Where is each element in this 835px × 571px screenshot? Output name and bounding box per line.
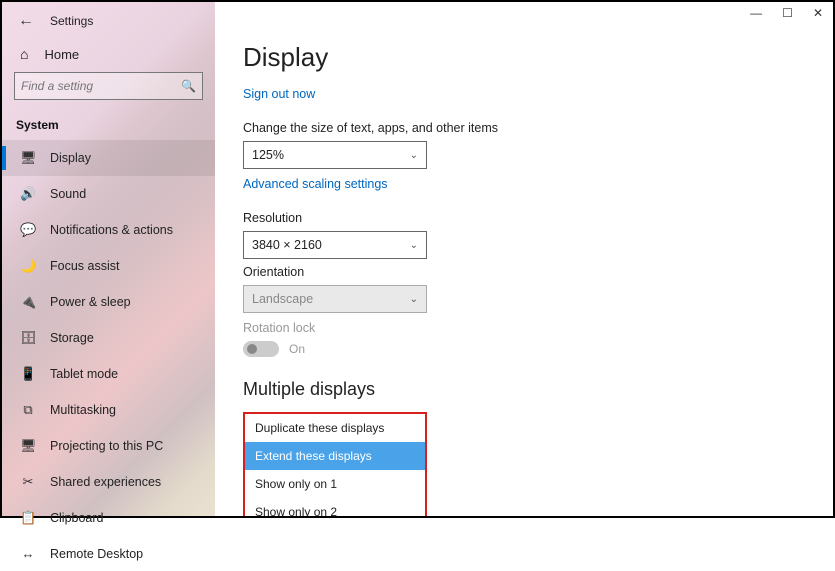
back-arrow-icon[interactable]: ← <box>18 12 34 30</box>
orientation-label: Orientation <box>243 265 805 279</box>
sidebar-icon: ↔ <box>20 546 36 561</box>
sidebar-icon: 🔌 <box>20 294 36 310</box>
rotation-lock-state: On <box>289 342 305 356</box>
home-icon: ⌂ <box>20 46 28 62</box>
sidebar-icon: 💬 <box>20 222 36 238</box>
advanced-scaling-link[interactable]: Advanced scaling settings <box>243 177 388 191</box>
sidebar-item-power-sleep[interactable]: 🔌 Power & sleep <box>2 284 215 320</box>
resolution-label: Resolution <box>243 211 805 225</box>
chevron-down-icon: ⌄ <box>410 240 418 251</box>
scale-label: Change the size of text, apps, and other… <box>243 121 805 135</box>
sidebar-item-notifications-actions[interactable]: 💬 Notifications & actions <box>2 212 215 248</box>
sidebar-item-remote-desktop[interactable]: ↔ Remote Desktop <box>2 536 215 571</box>
sidebar-item-label: Sound <box>50 187 86 201</box>
sidebar-item-sound[interactable]: 🔊 Sound <box>2 176 215 212</box>
rotation-lock-toggle <box>243 341 279 357</box>
home-label: Home <box>44 47 79 62</box>
chevron-down-icon: ⌄ <box>410 294 418 305</box>
sidebar: ← Settings ⌂ Home 🔍 System 🖥 Display 🔊 Soun… <box>2 2 215 516</box>
resolution-select[interactable]: 3840 × 2160 ⌄ <box>243 231 427 259</box>
sidebar-item-label: Display <box>50 151 91 165</box>
sidebar-item-label: Shared experiences <box>50 475 161 489</box>
scale-value: 125% <box>252 148 284 162</box>
sidebar-item-label: Storage <box>50 331 94 345</box>
sidebar-item-label: Remote Desktop <box>50 547 143 561</box>
sidebar-item-label: Notifications & actions <box>50 223 173 237</box>
sidebar-icon: 🖥 <box>20 150 36 166</box>
sidebar-item-focus-assist[interactable]: 🌙 Focus assist <box>2 248 215 284</box>
sidebar-home[interactable]: ⌂ Home <box>2 34 215 72</box>
sidebar-icon: 📱 <box>20 366 36 382</box>
sidebar-icon: 🗄 <box>20 330 36 346</box>
window-title: Settings <box>50 14 93 28</box>
resolution-value: 3840 × 2160 <box>252 238 322 252</box>
sidebar-icon: ⧉ <box>20 402 36 418</box>
search-input[interactable]: 🔍 <box>14 72 203 100</box>
dropdown-option[interactable]: Duplicate these displays <box>245 414 425 442</box>
sidebar-item-storage[interactable]: 🗄 Storage <box>2 320 215 356</box>
page-heading: Display <box>243 42 805 73</box>
sidebar-item-projecting-to-this-pc[interactable]: 🖥 Projecting to this PC <box>2 428 215 464</box>
dropdown-option[interactable]: Extend these displays <box>245 442 425 470</box>
sidebar-item-clipboard[interactable]: 📋 Clipboard <box>2 500 215 536</box>
sidebar-icon: 🌙 <box>20 258 36 274</box>
content-area: Display Sign out now Change the size of … <box>215 2 833 516</box>
search-field[interactable] <box>21 79 181 93</box>
multiple-displays-heading: Multiple displays <box>243 379 805 400</box>
dropdown-option[interactable]: Show only on 1 <box>245 470 425 498</box>
search-icon: 🔍 <box>181 79 196 93</box>
orientation-value: Landscape <box>252 292 313 306</box>
sidebar-item-shared-experiences[interactable]: ✂ Shared experiences <box>2 464 215 500</box>
sidebar-icon: 📋 <box>20 510 36 526</box>
sidebar-icon: 🔊 <box>20 186 36 202</box>
chevron-down-icon: ⌄ <box>410 150 418 161</box>
sidebar-item-display[interactable]: 🖥 Display <box>2 140 215 176</box>
sidebar-item-label: Clipboard <box>50 511 104 525</box>
sidebar-item-tablet-mode[interactable]: 📱 Tablet mode <box>2 356 215 392</box>
sidebar-item-label: Multitasking <box>50 403 116 417</box>
sidebar-item-label: Power & sleep <box>50 295 131 309</box>
multiple-displays-dropdown[interactable]: Duplicate these displaysExtend these dis… <box>243 412 427 516</box>
sidebar-item-label: Focus assist <box>50 259 119 273</box>
sidebar-item-multitasking[interactable]: ⧉ Multitasking <box>2 392 215 428</box>
sidebar-item-label: Tablet mode <box>50 367 118 381</box>
sidebar-icon: ✂ <box>20 474 36 490</box>
sidebar-item-label: Projecting to this PC <box>50 439 163 453</box>
scale-select[interactable]: 125% ⌄ <box>243 141 427 169</box>
orientation-select: Landscape ⌄ <box>243 285 427 313</box>
dropdown-option[interactable]: Show only on 2 <box>245 498 425 516</box>
sign-out-link[interactable]: Sign out now <box>243 87 315 101</box>
rotation-lock-label: Rotation lock <box>243 321 805 335</box>
sidebar-icon: 🖥 <box>20 438 36 454</box>
sidebar-section-label: System <box>2 112 215 140</box>
